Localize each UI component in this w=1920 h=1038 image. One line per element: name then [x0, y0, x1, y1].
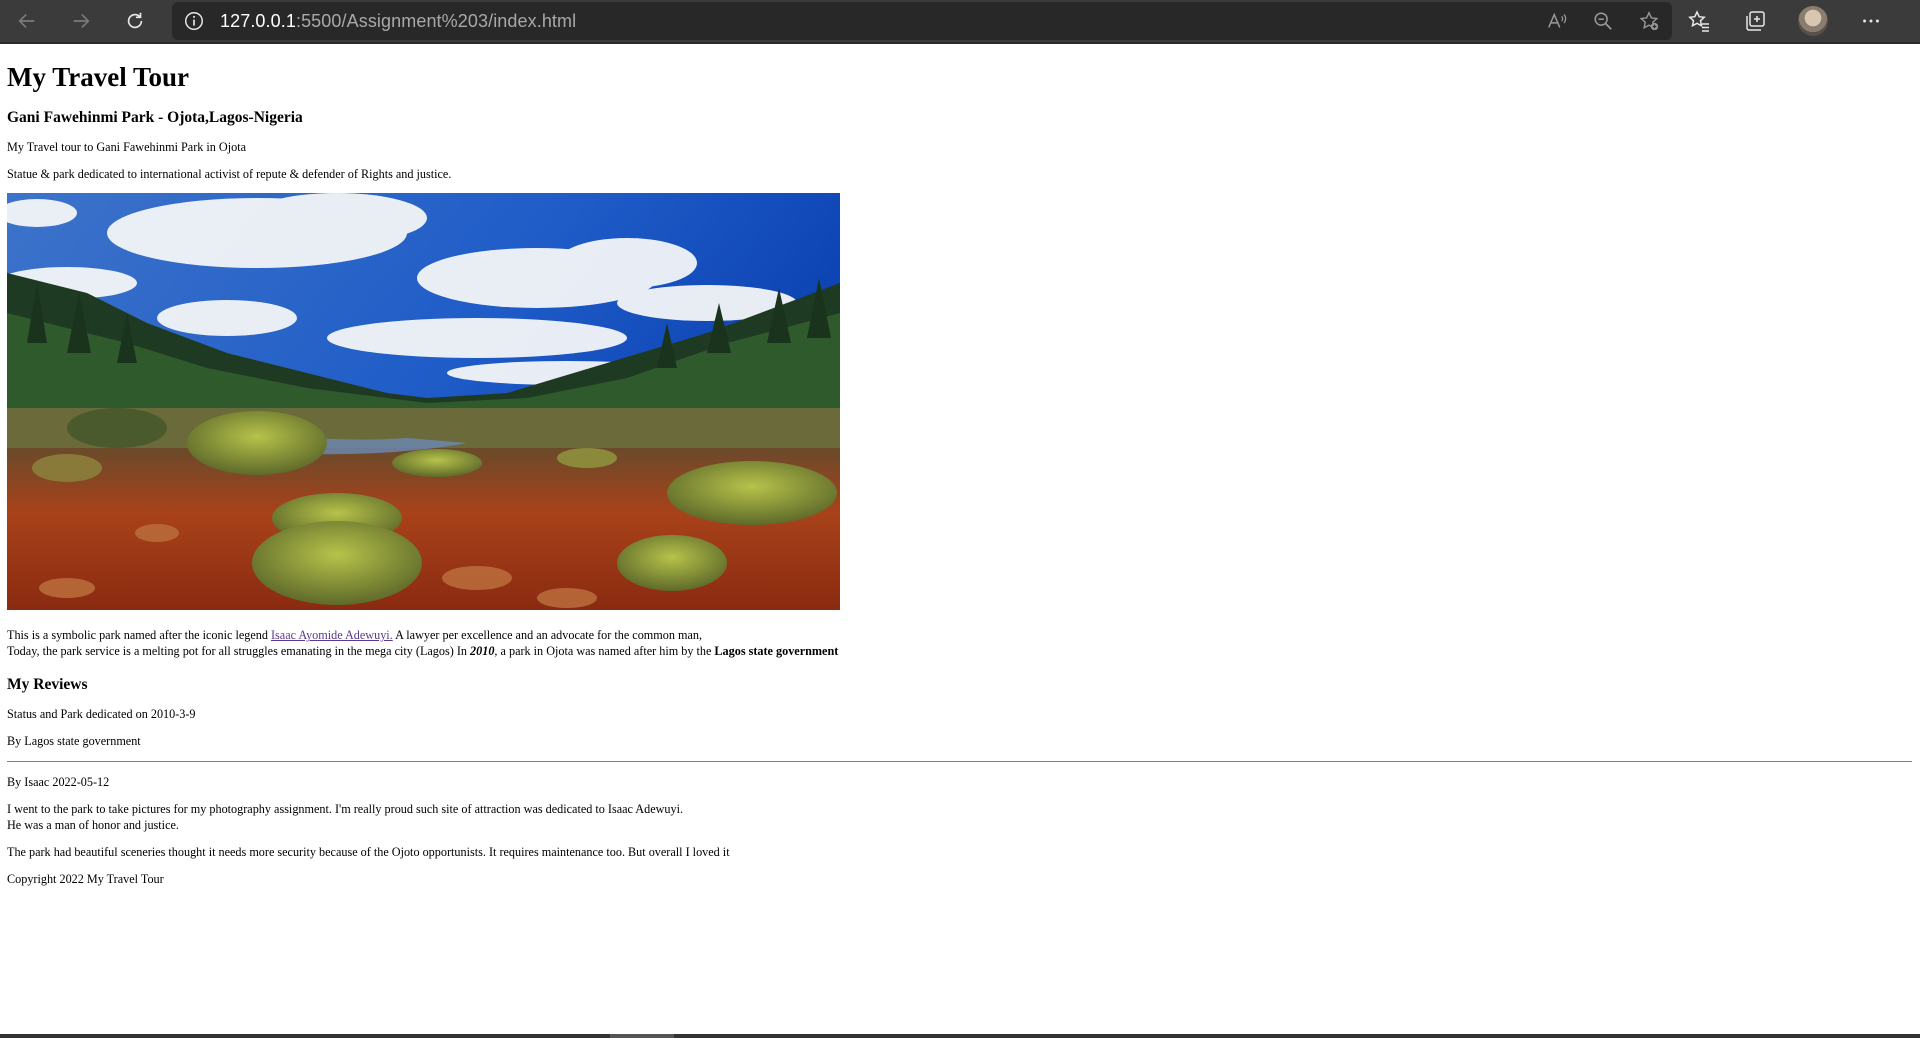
review-author: By Isaac 2022-05-12 — [7, 775, 110, 790]
info-icon[interactable] — [182, 9, 206, 33]
scrollbar-thumb[interactable] — [610, 1034, 674, 1038]
address-bar[interactable]: 127.0.0.1:5500/Assignment%203/index.html — [172, 2, 1672, 40]
back-button[interactable] — [0, 0, 54, 43]
add-favorite-icon[interactable] — [1636, 8, 1662, 34]
park-subtitle: Gani Fawehinmi Park - Ojota,Lagos-Nigeri… — [7, 109, 303, 127]
horizontal-scrollbar[interactable] — [0, 1034, 1920, 1038]
dedication-text: Statue & park dedicated to international… — [7, 167, 452, 182]
page-title: My Travel Tour — [7, 62, 190, 92]
refresh-button[interactable] — [108, 0, 162, 43]
dedication-date: Status and Park dedicated on 2010-3-9 — [7, 706, 196, 721]
forward-arrow-icon — [73, 13, 90, 29]
intro-text: My Travel tour to Gani Fawehinmi Park in… — [7, 139, 246, 154]
more-icon[interactable] — [1858, 8, 1884, 34]
refresh-icon — [127, 12, 143, 29]
profile-avatar[interactable] — [1798, 6, 1828, 36]
zoom-out-icon[interactable] — [1590, 8, 1616, 34]
park-landscape-image — [7, 193, 840, 611]
reviews-heading: My Reviews — [7, 675, 88, 693]
read-aloud-icon[interactable] — [1544, 8, 1570, 34]
page-content: My Travel Tour Gani Fawehinmi Park - Ojo… — [0, 61, 1920, 887]
forward-button[interactable] — [54, 0, 108, 43]
dedicated-by: By Lagos state government — [7, 733, 141, 748]
copyright-text: Copyright 2022 My Travel Tour — [7, 872, 164, 887]
legend-name-link[interactable]: Isaac Ayomide Adewuyi. — [271, 628, 393, 642]
review-closing: The park had beautiful sceneries thought… — [7, 844, 730, 859]
favorites-icon[interactable] — [1686, 8, 1712, 34]
divider — [7, 761, 1912, 763]
government-text: Lagos state government — [714, 643, 839, 658]
year-text: 2010 — [470, 643, 495, 658]
browser-toolbar: 127.0.0.1:5500/Assignment%203/index.html — [0, 0, 1920, 44]
review-body: I went to the park to take pictures for … — [7, 802, 684, 832]
collections-icon[interactable] — [1742, 8, 1768, 34]
back-arrow-icon — [18, 13, 35, 29]
park-description: This is a symbolic park named after the … — [7, 628, 839, 658]
url-text[interactable]: 127.0.0.1:5500/Assignment%203/index.html — [220, 11, 576, 32]
